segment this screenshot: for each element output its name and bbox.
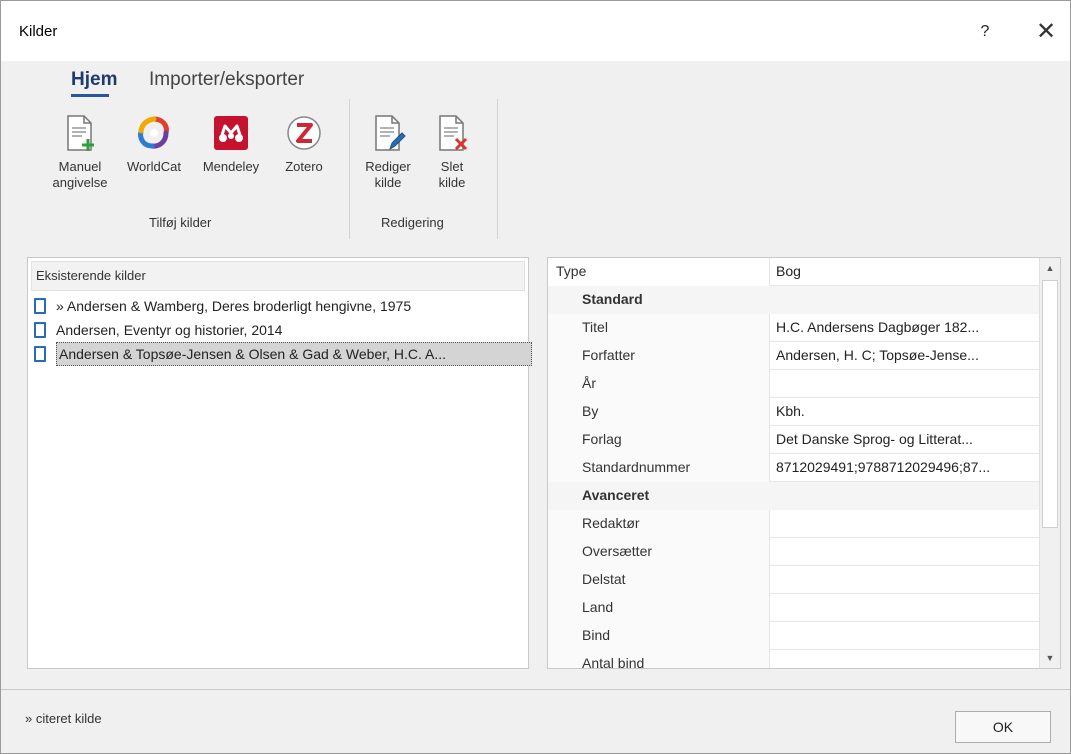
cited-source-legend: » citeret kilde <box>25 711 102 726</box>
group-label-add-sources: Tilføj kilder <box>149 215 212 230</box>
edit-source-icon <box>375 115 406 151</box>
title-bar: Kilder ? ✕ <box>1 1 1070 61</box>
manual-entry-button[interactable]: Manuel angivelse <box>45 113 115 191</box>
group-label-editing: Redigering <box>381 215 444 230</box>
property-value[interactable] <box>770 370 1040 398</box>
property-key: Antal bind <box>548 650 770 668</box>
property-key: Land <box>548 594 770 622</box>
tab-hjem[interactable]: Hjem <box>71 69 117 91</box>
section-standard[interactable]: ◢ Standard <box>548 286 1040 314</box>
property-key: Standardnummer <box>548 454 770 482</box>
ok-button[interactable]: OK <box>955 711 1051 743</box>
edit-source-button[interactable]: Rediger kilde <box>353 113 423 191</box>
list-item[interactable]: Andersen, Eventyr og historier, 2014 <box>32 318 524 342</box>
worldcat-button[interactable]: WorldCat <box>119 113 189 175</box>
property-key: Forfatter <box>548 342 770 370</box>
grid-row[interactable]: Redaktør <box>548 510 1040 538</box>
property-key: Delstat <box>548 566 770 594</box>
property-value[interactable]: 8712029491;9788712029496;87... <box>770 454 1040 482</box>
source-text: Andersen, Eventyr og historier, 2014 <box>56 322 283 338</box>
dialog-title: Kilder <box>19 23 58 40</box>
manual-entry-label-1: Manuel <box>58 159 102 174</box>
mendeley-button[interactable]: Mendeley <box>196 113 266 175</box>
property-key: Oversætter <box>548 538 770 566</box>
source-text: » Andersen & Wamberg, Deres broderligt h… <box>56 298 412 314</box>
active-tab-indicator <box>71 94 109 97</box>
close-button[interactable]: ✕ <box>1031 17 1061 47</box>
grid-row[interactable]: Oversætter <box>548 538 1040 566</box>
section-label: Standard <box>548 286 1040 314</box>
book-icon <box>34 322 46 338</box>
existing-sources-header: Eksisterende kilder <box>31 261 525 291</box>
property-value[interactable] <box>770 538 1040 566</box>
worldcat-label: WorldCat <box>127 159 181 174</box>
grid-row[interactable]: Forlag Det Danske Sprog- og Litterat... <box>548 426 1040 454</box>
grid-row[interactable]: Forfatter Andersen, H. C; Topsøe-Jense..… <box>548 342 1040 370</box>
delete-source-icon <box>439 115 468 151</box>
book-icon <box>34 298 46 314</box>
section-advanced[interactable]: ◢ Avanceret <box>548 482 1040 510</box>
property-value[interactable] <box>770 566 1040 594</box>
grid-row[interactable]: Antal bind <box>548 650 1040 668</box>
source-properties-grid: Type Bog ◢ Standard Titel H.C. Andersens… <box>547 257 1061 669</box>
zotero-button[interactable]: Zotero <box>269 113 339 175</box>
manual-entry-icon <box>67 115 94 151</box>
grid-row-type[interactable]: Type Bog <box>548 258 1040 286</box>
property-key: År <box>548 370 770 398</box>
source-text: Andersen & Topsøe-Jensen & Olsen & Gad &… <box>56 342 532 366</box>
book-icon <box>34 346 46 362</box>
scroll-up-arrow-icon[interactable]: ▲ <box>1040 258 1060 278</box>
grid-scrollbar[interactable]: ▲ ▼ <box>1039 258 1060 668</box>
property-key: Bind <box>548 622 770 650</box>
property-value[interactable]: Det Danske Sprog- og Litterat... <box>770 426 1040 454</box>
property-value[interactable]: Bog <box>770 258 1040 286</box>
manual-entry-label-2: angivelse <box>52 175 108 190</box>
property-value[interactable] <box>770 622 1040 650</box>
property-value[interactable] <box>770 650 1040 668</box>
section-label: Avanceret <box>548 482 1040 510</box>
delete-source-label-2: kilde <box>438 175 466 190</box>
grid-row[interactable]: Land <box>548 594 1040 622</box>
property-value[interactable]: H.C. Andersens Dagbøger 182... <box>770 314 1040 342</box>
edit-source-label-2: kilde <box>374 175 402 190</box>
edit-source-label-1: Rediger <box>365 159 411 174</box>
property-value[interactable] <box>770 510 1040 538</box>
delete-source-label-1: Slet <box>440 159 464 174</box>
grid-row[interactable]: By Kbh. <box>548 398 1040 426</box>
grid-row[interactable]: Delstat <box>548 566 1040 594</box>
scrollbar-thumb[interactable] <box>1042 280 1058 528</box>
property-key: By <box>548 398 770 426</box>
property-key: Forlag <box>548 426 770 454</box>
mendeley-label: Mendeley <box>202 159 260 174</box>
existing-sources-panel: Eksisterende kilder » Andersen & Wamberg… <box>27 257 532 669</box>
grid-row[interactable]: År <box>548 370 1040 398</box>
group-separator <box>497 99 498 239</box>
property-value[interactable]: Kbh. <box>770 398 1040 426</box>
property-value[interactable]: Andersen, H. C; Topsøe-Jense... <box>770 342 1040 370</box>
worldcat-icon <box>138 116 169 149</box>
delete-source-button[interactable]: Slet kilde <box>417 113 487 191</box>
grid-row[interactable]: Standardnummer 8712029491;9788712029496;… <box>548 454 1040 482</box>
grid-row[interactable]: Bind <box>548 622 1040 650</box>
list-item[interactable]: » Andersen & Wamberg, Deres broderligt h… <box>32 294 524 318</box>
property-key: Type <box>548 258 770 286</box>
property-key: Redaktør <box>548 510 770 538</box>
group-separator <box>349 99 350 239</box>
grid-row[interactable]: Titel H.C. Andersens Dagbøger 182... <box>548 314 1040 342</box>
list-item-selected[interactable]: Andersen & Topsøe-Jensen & Olsen & Gad &… <box>32 342 532 366</box>
property-value[interactable] <box>770 594 1040 622</box>
zotero-icon <box>287 116 321 150</box>
sources-dialog: Kilder ? ✕ Hjem Importer/eksporter Manue… <box>0 0 1071 754</box>
property-key: Titel <box>548 314 770 342</box>
zotero-label: Zotero <box>285 159 323 174</box>
footer-divider <box>1 689 1070 690</box>
mendeley-icon <box>214 116 248 150</box>
help-button[interactable]: ? <box>973 19 997 45</box>
tab-importer-eksporter[interactable]: Importer/eksporter <box>149 69 304 91</box>
scroll-down-arrow-icon[interactable]: ▼ <box>1040 648 1060 668</box>
